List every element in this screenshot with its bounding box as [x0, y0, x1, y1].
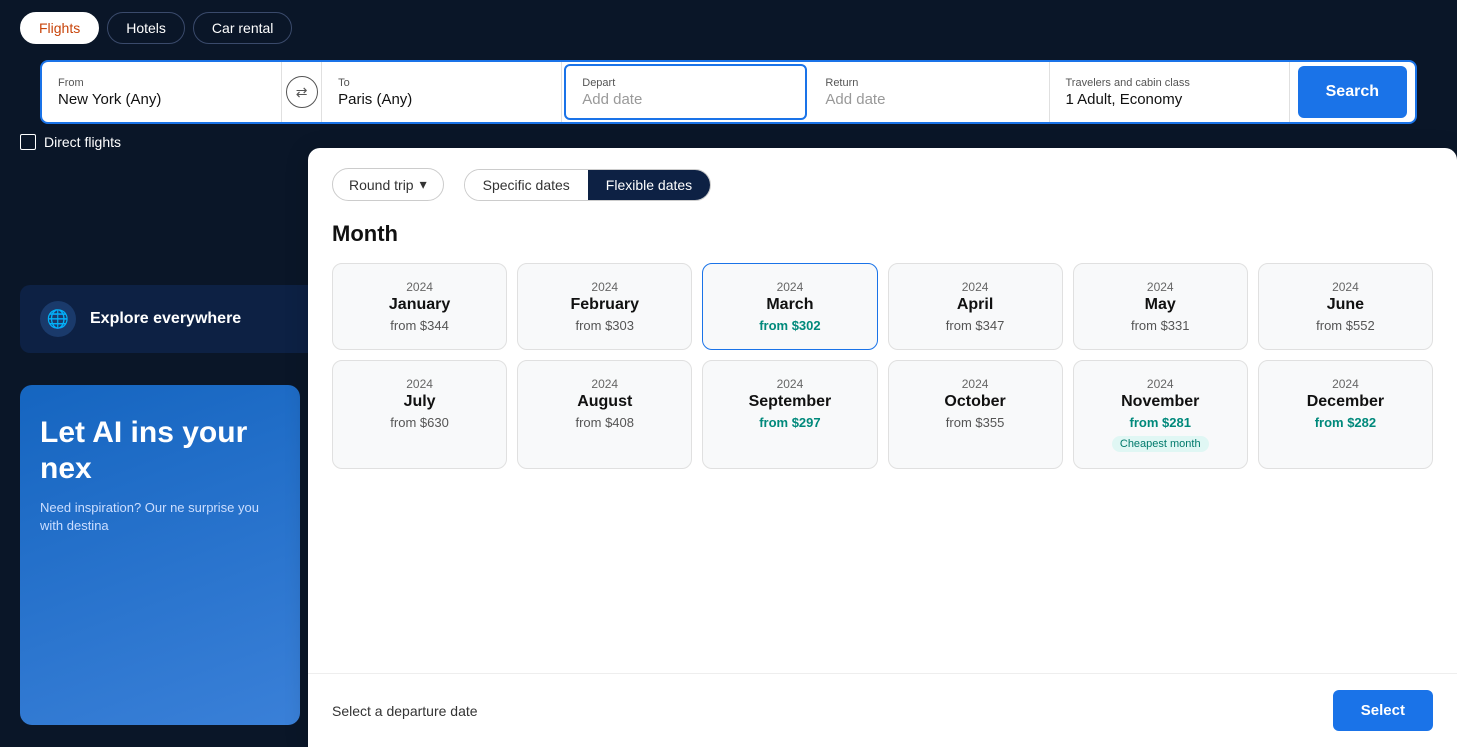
to-label: To: [338, 77, 545, 89]
round-trip-chevron: ▾: [420, 176, 427, 193]
month-year: 2024: [713, 280, 866, 294]
month-card-september[interactable]: 2024 September from $297: [702, 360, 877, 469]
month-price: from $281: [1084, 415, 1237, 430]
round-trip-label: Round trip: [349, 177, 414, 193]
month-price: from $355: [899, 415, 1052, 430]
date-mode-group: Specific dates Flexible dates: [464, 169, 712, 201]
month-year: 2024: [343, 280, 496, 294]
month-card-june[interactable]: 2024 June from $552: [1258, 263, 1433, 350]
panel-footer: Select a departure date Select: [308, 673, 1457, 747]
month-card-may[interactable]: 2024 May from $331: [1073, 263, 1248, 350]
month-card-december[interactable]: 2024 December from $282: [1258, 360, 1433, 469]
month-year: 2024: [1269, 377, 1422, 391]
date-picker-panel: Round trip ▾ Specific dates Flexible dat…: [308, 148, 1457, 747]
flexible-dates-button[interactable]: Flexible dates: [588, 170, 710, 200]
month-year: 2024: [1084, 377, 1237, 391]
ai-card: Let AI ins your nex Need inspiration? Ou…: [20, 385, 300, 725]
month-year: 2024: [528, 377, 681, 391]
month-name: March: [713, 296, 866, 314]
month-price: from $344: [343, 318, 496, 333]
month-card-july[interactable]: 2024 July from $630: [332, 360, 507, 469]
month-card-october[interactable]: 2024 October from $355: [888, 360, 1063, 469]
month-year: 2024: [899, 280, 1052, 294]
month-name: September: [713, 393, 866, 411]
depart-field[interactable]: Depart Add date: [564, 64, 807, 120]
travelers-value: 1 Adult, Economy: [1066, 91, 1273, 108]
direct-flights-checkbox[interactable]: Direct flights: [20, 134, 121, 150]
month-price: from $282: [1269, 415, 1422, 430]
month-year: 2024: [1269, 280, 1422, 294]
depart-placeholder: Add date: [582, 91, 789, 108]
month-year: 2024: [1084, 280, 1237, 294]
checkbox-icon: [20, 134, 36, 150]
month-name: October: [899, 393, 1052, 411]
search-btn-wrap: Search: [1290, 62, 1415, 122]
month-card-november[interactable]: 2024 November from $281 Cheapest month: [1073, 360, 1248, 469]
car-rental-tab[interactable]: Car rental: [193, 12, 292, 44]
from-field[interactable]: From New York (Any): [42, 62, 282, 122]
month-heading: Month: [332, 221, 1433, 247]
travelers-label: Travelers and cabin class: [1066, 77, 1273, 89]
globe-icon: 🌐: [40, 301, 76, 337]
month-card-august[interactable]: 2024 August from $408: [517, 360, 692, 469]
month-price: from $331: [1084, 318, 1237, 333]
search-bar: From New York (Any) ⇄ To Paris (Any) Dep…: [40, 60, 1417, 124]
footer-label: Select a departure date: [332, 703, 478, 719]
return-field[interactable]: Return Add date: [809, 62, 1049, 122]
swap-button[interactable]: ⇄: [282, 62, 322, 122]
return-label: Return: [825, 77, 1032, 89]
ai-sub: Need inspiration? Our ne surprise you wi…: [40, 499, 280, 535]
from-label: From: [58, 77, 265, 89]
month-price: from $630: [343, 415, 496, 430]
month-price: from $302: [713, 318, 866, 333]
swap-icon: ⇄: [286, 76, 318, 108]
month-card-april[interactable]: 2024 April from $347: [888, 263, 1063, 350]
month-grid: 2024 January from $344 2024 February from $30…: [332, 263, 1433, 469]
explore-label: Explore everywhere: [90, 310, 241, 328]
flights-tab[interactable]: Flights: [20, 12, 99, 44]
month-year: 2024: [899, 377, 1052, 391]
select-button[interactable]: Select: [1333, 690, 1433, 731]
month-card-january[interactable]: 2024 January from $344: [332, 263, 507, 350]
month-name: February: [528, 296, 681, 314]
month-name: November: [1084, 393, 1237, 411]
travelers-field[interactable]: Travelers and cabin class 1 Adult, Econo…: [1050, 62, 1290, 122]
direct-flights-label: Direct flights: [44, 134, 121, 150]
month-price: from $347: [899, 318, 1052, 333]
cheapest-badge: Cheapest month: [1112, 436, 1209, 452]
month-price: from $297: [713, 415, 866, 430]
month-card-march[interactable]: 2024 March from $302: [702, 263, 877, 350]
month-card-february[interactable]: 2024 February from $303: [517, 263, 692, 350]
month-price: from $303: [528, 318, 681, 333]
depart-label: Depart: [582, 77, 789, 89]
round-trip-button[interactable]: Round trip ▾: [332, 168, 444, 201]
ai-title: Let AI ins your nex: [40, 415, 280, 487]
specific-dates-button[interactable]: Specific dates: [465, 170, 588, 200]
from-value: New York (Any): [58, 91, 265, 108]
return-placeholder: Add date: [825, 91, 1032, 108]
panel-top-row: Round trip ▾ Specific dates Flexible dat…: [332, 168, 1433, 201]
month-name: August: [528, 393, 681, 411]
month-price: from $408: [528, 415, 681, 430]
month-price: from $552: [1269, 318, 1422, 333]
month-year: 2024: [343, 377, 496, 391]
search-button[interactable]: Search: [1298, 66, 1407, 118]
month-name: June: [1269, 296, 1422, 314]
month-year: 2024: [713, 377, 866, 391]
hotels-tab[interactable]: Hotels: [107, 12, 185, 44]
month-name: July: [343, 393, 496, 411]
month-name: January: [343, 296, 496, 314]
month-year: 2024: [528, 280, 681, 294]
month-name: April: [899, 296, 1052, 314]
month-name: December: [1269, 393, 1422, 411]
to-value: Paris (Any): [338, 91, 545, 108]
to-field[interactable]: To Paris (Any): [322, 62, 562, 122]
month-name: May: [1084, 296, 1237, 314]
